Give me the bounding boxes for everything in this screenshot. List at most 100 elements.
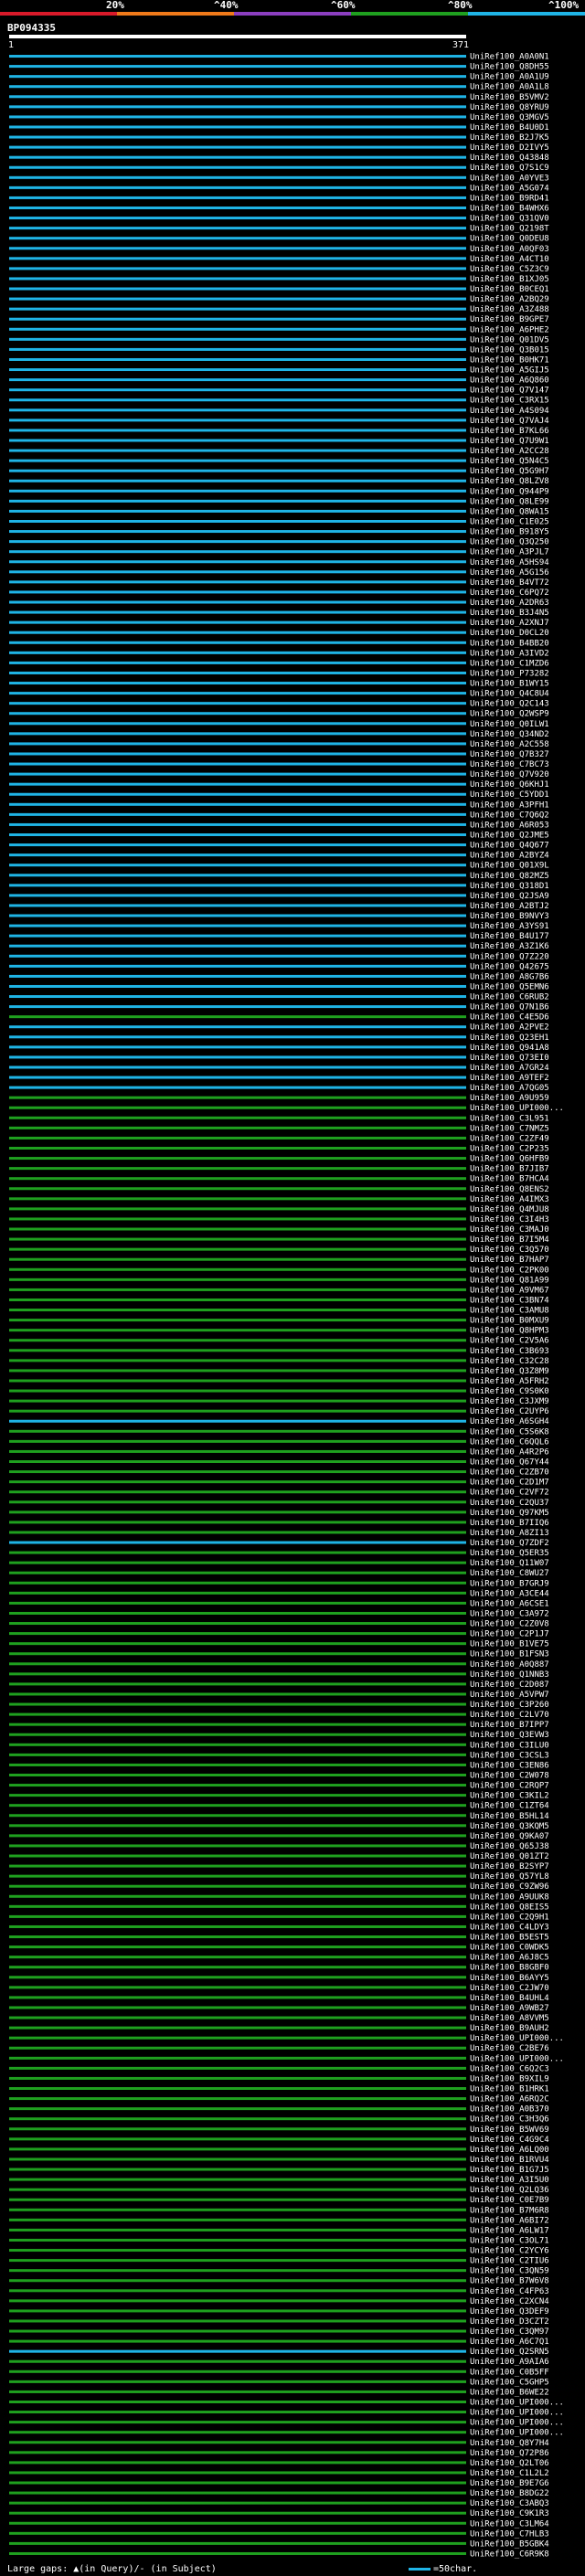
- hit-label[interactable]: UniRef100_A2DR63: [470, 599, 549, 608]
- hit-row[interactable]: UniRef100_B9RD41: [9, 194, 549, 203]
- hit-row[interactable]: UniRef100_B7W6V8: [9, 2277, 549, 2286]
- hit-label[interactable]: UniRef100_Q8EIS5: [470, 1903, 549, 1912]
- hit-row[interactable]: UniRef100_Q23EH1: [9, 1034, 549, 1043]
- hit-label[interactable]: UniRef100_C3KIL2: [470, 1792, 549, 1801]
- hit-row[interactable]: UniRef100_Q8EIS5: [9, 1903, 549, 1912]
- hit-alignment-bar[interactable]: [9, 1561, 466, 1564]
- hit-row[interactable]: UniRef100_B5GBK4: [9, 2539, 549, 2549]
- hit-row[interactable]: UniRef100_Q2WSP9: [9, 710, 549, 719]
- hit-label[interactable]: UniRef100_C1L2L2: [470, 2469, 549, 2478]
- hit-row[interactable]: UniRef100_UPI000...: [9, 2419, 564, 2428]
- hit-label[interactable]: UniRef100_C3RX15: [470, 397, 549, 406]
- hit-row[interactable]: UniRef100_C3CSL3: [9, 1751, 549, 1760]
- hit-alignment-bar[interactable]: [9, 1894, 466, 1898]
- hit-alignment-bar[interactable]: [9, 2127, 466, 2131]
- hit-row[interactable]: UniRef100_Q42675: [9, 962, 549, 971]
- hit-row[interactable]: UniRef100_Q4C8U4: [9, 690, 549, 699]
- hit-label[interactable]: UniRef100_A4S094: [470, 407, 549, 416]
- hit-alignment-bar[interactable]: [9, 560, 466, 564]
- hit-alignment-bar[interactable]: [9, 884, 466, 887]
- hit-row[interactable]: UniRef100_C2ZB70: [9, 1468, 549, 1478]
- hit-row[interactable]: UniRef100_Q0ILW1: [9, 720, 549, 729]
- hit-row[interactable]: UniRef100_C2RQP7: [9, 1782, 549, 1791]
- hit-label[interactable]: UniRef100_Q01X9L: [470, 862, 549, 871]
- hit-alignment-bar[interactable]: [9, 1055, 466, 1059]
- hit-row[interactable]: UniRef100_A9AIA6: [9, 2358, 549, 2367]
- hit-alignment-bar[interactable]: [9, 2036, 466, 2040]
- hit-row[interactable]: UniRef100_Q5ER35: [9, 1549, 549, 1558]
- hit-row[interactable]: UniRef100_C7HLB3: [9, 2529, 549, 2539]
- hit-row[interactable]: UniRef100_B7IIQ6: [9, 1519, 549, 1528]
- hit-alignment-bar[interactable]: [9, 2259, 466, 2263]
- hit-alignment-bar[interactable]: [9, 2117, 466, 2121]
- hit-label[interactable]: UniRef100_Q8YRU9: [470, 103, 549, 112]
- hit-alignment-bar[interactable]: [9, 1399, 466, 1403]
- hit-row[interactable]: UniRef100_A4CT10: [9, 255, 549, 264]
- hit-alignment-bar[interactable]: [9, 1611, 466, 1615]
- hit-row[interactable]: UniRef100_Q0DEU8: [9, 235, 549, 244]
- hit-alignment-bar[interactable]: [9, 833, 466, 836]
- hit-label[interactable]: UniRef100_UPI000...: [470, 1104, 564, 1113]
- hit-row[interactable]: UniRef100_C2JW70: [9, 1984, 549, 1993]
- hit-row[interactable]: UniRef100_Q57YL8: [9, 1872, 549, 1882]
- hit-alignment-bar[interactable]: [9, 2421, 466, 2424]
- hit-row[interactable]: UniRef100_Q8WA15: [9, 507, 549, 516]
- hit-row[interactable]: UniRef100_C7NMZ5: [9, 1124, 549, 1133]
- hit-alignment-bar[interactable]: [9, 530, 466, 534]
- hit-alignment-bar[interactable]: [9, 651, 466, 654]
- hit-alignment-bar[interactable]: [9, 1076, 466, 1079]
- hit-row[interactable]: UniRef100_C3LM64: [9, 2519, 549, 2528]
- hit-row[interactable]: UniRef100_Q8YRU9: [9, 103, 549, 112]
- hit-alignment-bar[interactable]: [9, 388, 466, 392]
- hit-row[interactable]: UniRef100_C1E025: [9, 518, 549, 527]
- hit-alignment-bar[interactable]: [9, 2238, 466, 2242]
- hit-alignment-bar[interactable]: [9, 1935, 466, 1939]
- hit-alignment-bar[interactable]: [9, 1207, 466, 1211]
- hit-alignment-bar[interactable]: [9, 1652, 466, 1656]
- hit-row[interactable]: UniRef100_C2TIU6: [9, 2257, 549, 2266]
- hit-label[interactable]: UniRef100_C5S6K8: [470, 1427, 549, 1436]
- hit-label[interactable]: UniRef100_Q65J38: [470, 1842, 549, 1851]
- hit-alignment-bar[interactable]: [9, 1945, 466, 1949]
- hit-label[interactable]: UniRef100_B5WV69: [470, 2125, 549, 2135]
- hit-alignment-bar[interactable]: [9, 1005, 466, 1009]
- hit-alignment-bar[interactable]: [9, 822, 466, 826]
- hit-row[interactable]: UniRef100_B9GPE7: [9, 315, 549, 324]
- hit-alignment-bar[interactable]: [9, 894, 466, 897]
- hit-alignment-bar[interactable]: [9, 2319, 466, 2323]
- hit-label[interactable]: UniRef100_Q81A99: [470, 1276, 549, 1285]
- hit-alignment-bar[interactable]: [9, 610, 466, 614]
- hit-row[interactable]: UniRef100_A2PVE2: [9, 1023, 549, 1033]
- hit-label[interactable]: UniRef100_A2BQ29: [470, 295, 549, 304]
- hit-alignment-bar[interactable]: [9, 1733, 466, 1736]
- hit-label[interactable]: UniRef100_B5EST5: [470, 1934, 549, 1943]
- hit-alignment-bar[interactable]: [9, 620, 466, 624]
- hit-label[interactable]: UniRef100_Q01ZT2: [470, 1852, 549, 1861]
- hit-row[interactable]: UniRef100_C3P260: [9, 1701, 549, 1710]
- hit-alignment-bar[interactable]: [9, 2076, 466, 2080]
- hit-row[interactable]: UniRef100_Q944P9: [9, 487, 549, 496]
- hit-alignment-bar[interactable]: [9, 1267, 466, 1271]
- hit-label[interactable]: UniRef100_C2RQP7: [470, 1782, 549, 1791]
- hit-label[interactable]: UniRef100_Q73EI0: [470, 1054, 549, 1063]
- hit-label[interactable]: UniRef100_A6RQ2C: [470, 2095, 549, 2104]
- hit-label[interactable]: UniRef100_A5FRH2: [470, 1377, 549, 1386]
- hit-row[interactable]: UniRef100_A6RQ2C: [9, 2095, 549, 2104]
- hit-row[interactable]: UniRef100_Q65J38: [9, 1842, 549, 1851]
- hit-row[interactable]: UniRef100_C2P1J7: [9, 1630, 549, 1639]
- hit-row[interactable]: UniRef100_Q7VAJ4: [9, 417, 549, 426]
- hit-row[interactable]: UniRef100_Q5G9H7: [9, 467, 549, 476]
- hit-label[interactable]: UniRef100_Q3Q250: [470, 538, 549, 547]
- hit-row[interactable]: UniRef100_C6Q2C3: [9, 2064, 549, 2073]
- hit-alignment-bar[interactable]: [9, 1966, 466, 1969]
- hit-label[interactable]: UniRef100_A3IVD2: [470, 649, 549, 658]
- hit-alignment-bar[interactable]: [9, 1167, 466, 1171]
- hit-row[interactable]: UniRef100_Q8LZV8: [9, 477, 549, 486]
- hit-label[interactable]: UniRef100_B1WY15: [470, 680, 549, 689]
- hit-label[interactable]: UniRef100_B9E7G6: [470, 2479, 549, 2488]
- hit-row[interactable]: UniRef100_B4BB20: [9, 639, 549, 648]
- hit-row[interactable]: UniRef100_C4LDY3: [9, 1923, 549, 1932]
- hit-row[interactable]: UniRef100_B1XJ05: [9, 275, 549, 284]
- hit-label[interactable]: UniRef100_A0A1U9: [470, 73, 549, 82]
- hit-alignment-bar[interactable]: [9, 479, 466, 482]
